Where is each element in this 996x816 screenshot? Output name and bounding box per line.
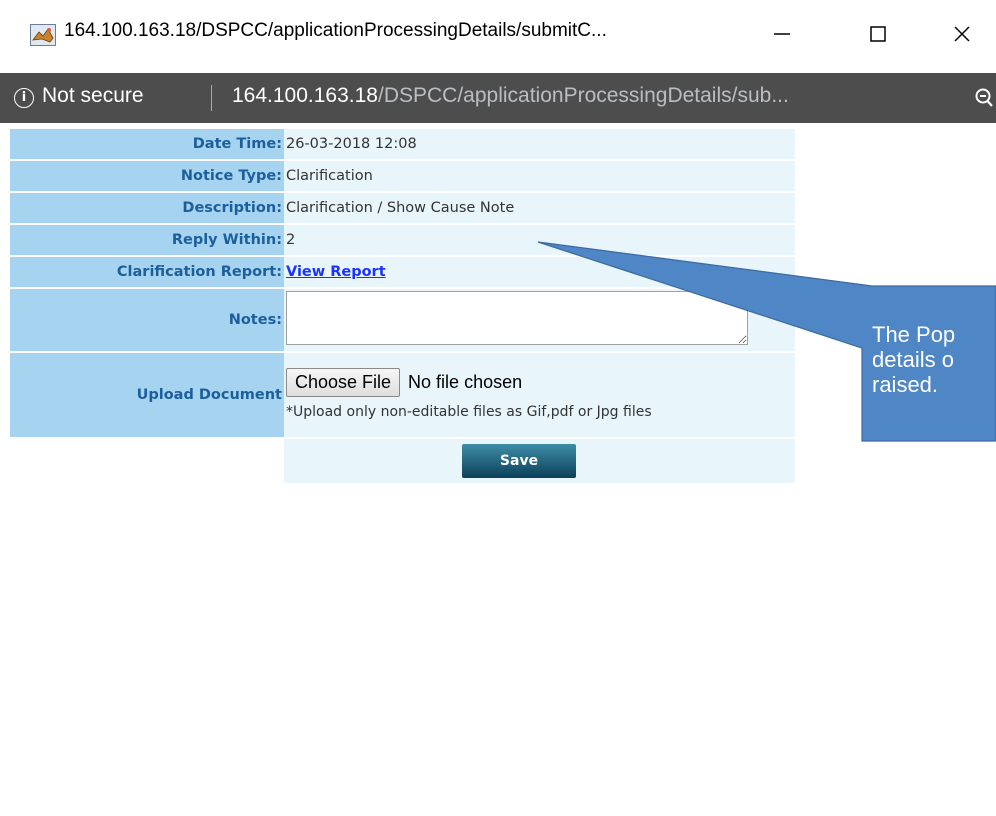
date-time-value: 26-03-2018 12:08 bbox=[284, 129, 795, 159]
notice-type-value: Clarification bbox=[284, 161, 795, 191]
upload-document-cell: Choose File No file chosen *Upload only n… bbox=[284, 353, 795, 437]
security-indicator[interactable]: Not secure bbox=[42, 84, 144, 108]
minimize-button[interactable] bbox=[760, 12, 804, 56]
save-button[interactable]: Save bbox=[462, 444, 576, 478]
minimize-icon bbox=[774, 33, 790, 35]
clarification-report-value: View Report bbox=[284, 257, 795, 287]
save-row-spacer bbox=[10, 439, 284, 483]
choose-file-button[interactable]: Choose File bbox=[286, 368, 401, 397]
upload-note: *Upload only non-editable files as Gif,p… bbox=[286, 404, 652, 420]
row-clarification-report: Clarification Report: View Report bbox=[10, 257, 795, 287]
callout-text: The Pop details o raised. bbox=[872, 322, 996, 397]
notes-cell bbox=[284, 289, 795, 351]
row-upload-document: Upload Document Choose File No file chose… bbox=[10, 353, 795, 437]
view-report-link[interactable]: View Report bbox=[286, 264, 386, 280]
reply-within-value: 2 bbox=[284, 225, 795, 255]
upload-document-label: Upload Document bbox=[10, 353, 284, 437]
notes-textarea[interactable] bbox=[286, 291, 748, 345]
callout-line: details o bbox=[872, 347, 954, 372]
row-date-time: Date Time: 26-03-2018 12:08 bbox=[10, 129, 795, 159]
notes-label: Notes: bbox=[10, 289, 284, 351]
date-time-label: Date Time: bbox=[10, 129, 284, 159]
save-cell: Save bbox=[284, 439, 795, 483]
address-bar[interactable]: i Not secure 164.100.163.18/DSPCC/applic… bbox=[0, 73, 996, 123]
notice-type-label: Notice Type: bbox=[10, 161, 284, 191]
maximize-button[interactable] bbox=[856, 12, 900, 56]
zoom-icon[interactable] bbox=[974, 87, 994, 109]
row-notes: Notes: bbox=[10, 289, 795, 351]
row-reply-within: Reply Within: 2 bbox=[10, 225, 795, 255]
window-titlebar: 164.100.163.18/DSPCC/applicationProcessi… bbox=[0, 0, 996, 73]
url-host: 164.100.163.18 bbox=[232, 84, 378, 107]
row-notice-type: Notice Type: Clarification bbox=[10, 161, 795, 191]
address-separator bbox=[211, 85, 212, 111]
description-value: Clarification / Show Cause Note bbox=[284, 193, 795, 223]
close-button[interactable] bbox=[940, 12, 984, 56]
close-icon bbox=[954, 26, 970, 42]
callout-line: The Pop bbox=[872, 322, 956, 347]
file-status: No file chosen bbox=[408, 372, 523, 392]
description-label: Description: bbox=[10, 193, 284, 223]
maximize-icon bbox=[870, 26, 886, 42]
reply-within-label: Reply Within: bbox=[10, 225, 284, 255]
url-text[interactable]: 164.100.163.18/DSPCC/applicationProcessi… bbox=[232, 84, 789, 108]
callout-line: raised. bbox=[872, 372, 939, 397]
url-path: /DSPCC/applicationProcessingDetails/sub.… bbox=[377, 84, 789, 107]
row-save: Save bbox=[10, 439, 795, 483]
notice-form: Date Time: 26-03-2018 12:08 Notice Type:… bbox=[10, 127, 795, 485]
window-title: 164.100.163.18/DSPCC/applicationProcessi… bbox=[64, 20, 607, 41]
app-icon bbox=[30, 24, 56, 46]
info-icon[interactable]: i bbox=[14, 88, 34, 108]
row-description: Description: Clarification / Show Cause … bbox=[10, 193, 795, 223]
clarification-report-label: Clarification Report: bbox=[10, 257, 284, 287]
